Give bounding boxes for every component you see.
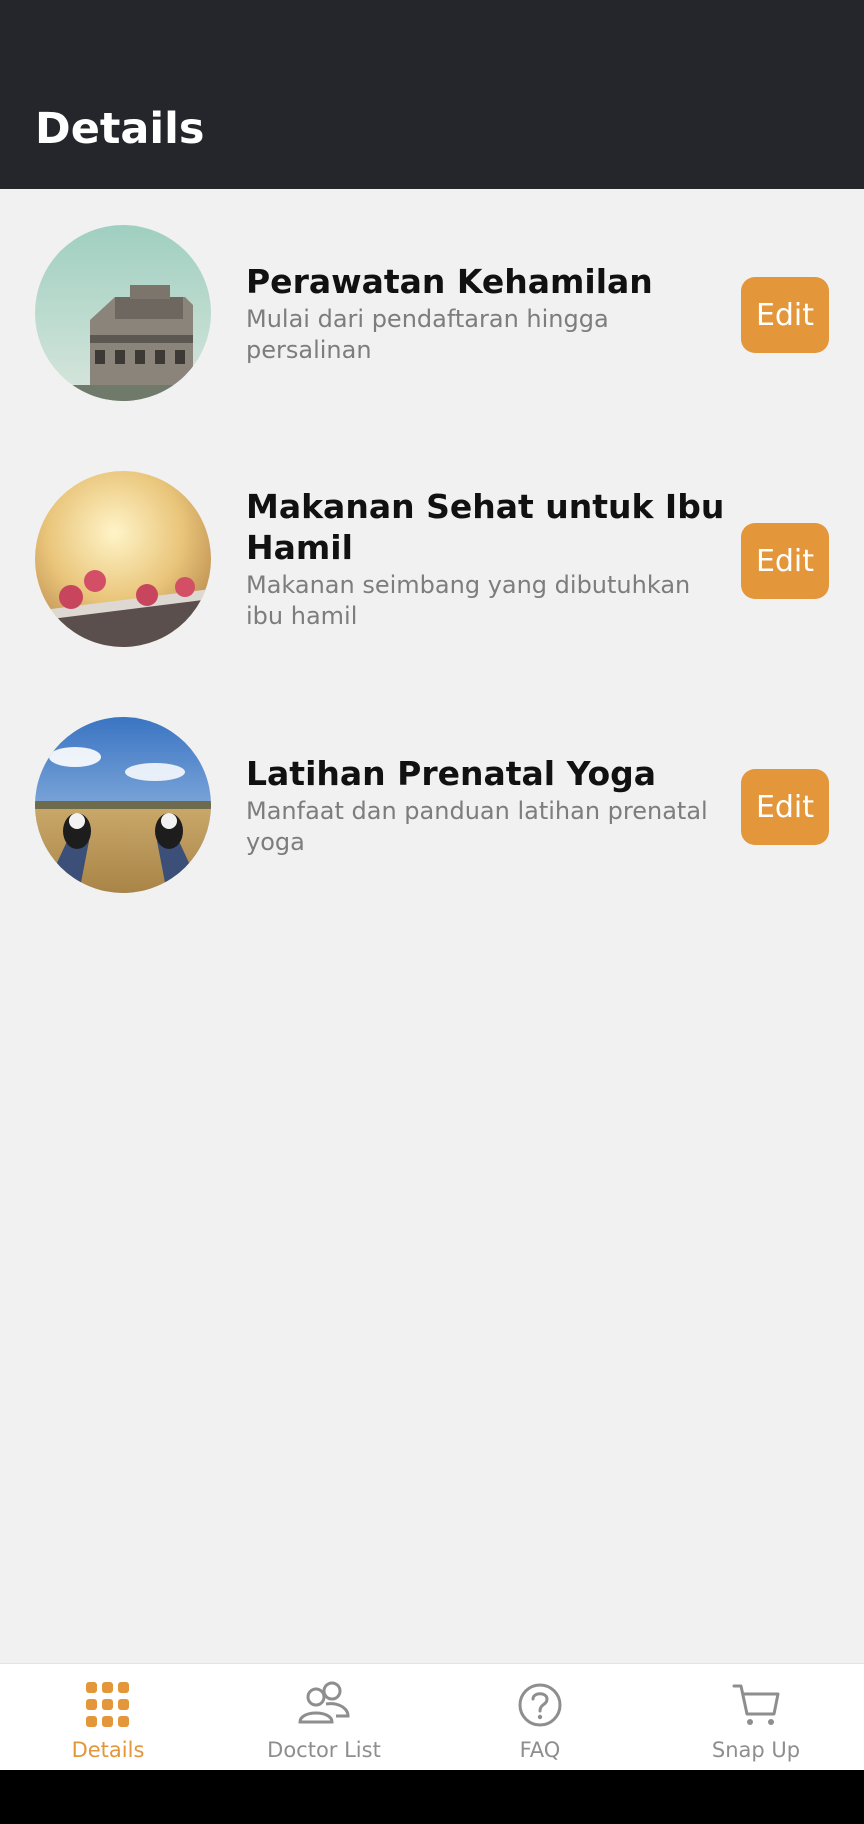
tab-label: FAQ: [519, 1738, 561, 1762]
list-item[interactable]: Makanan Sehat untuk Ibu Hamil Makanan se…: [0, 471, 864, 647]
building-photo: [35, 225, 211, 401]
cart-icon: [732, 1684, 780, 1725]
item-title: Latihan Prenatal Yoga: [246, 753, 657, 793]
field-sneakers-photo: [35, 717, 211, 893]
item-text: Latihan Prenatal Yoga Manfaat dan pandua…: [246, 717, 730, 893]
bottom-tab-bar: Details Doctor List FAQ Snap Up: [0, 1663, 864, 1770]
tab-doctor-list[interactable]: Doctor List: [216, 1664, 432, 1771]
item-text: Makanan Sehat untuk Ibu Hamil Makanan se…: [246, 471, 730, 647]
tab-faq[interactable]: FAQ: [432, 1664, 648, 1771]
item-thumbnail-field: [35, 717, 211, 893]
edit-button[interactable]: Edit: [741, 277, 829, 353]
edit-button[interactable]: Edit: [741, 523, 829, 599]
app-header: Details: [0, 0, 864, 189]
raspberries-photo: [35, 471, 211, 647]
item-subtitle: Makanan seimbang yang dibutuhkan ibu ham…: [246, 571, 691, 630]
system-navigation-bar: [0, 1770, 864, 1824]
list-item[interactable]: Latihan Prenatal Yoga Manfaat dan pandua…: [0, 717, 864, 893]
page-title: Details: [35, 104, 205, 154]
tab-details[interactable]: Details: [0, 1664, 216, 1771]
list-item[interactable]: Perawatan Kehamilan Mulai dari pendaftar…: [0, 225, 864, 401]
item-title: Perawatan Kehamilan: [246, 261, 653, 301]
tab-label: Snap Up: [711, 1738, 801, 1762]
tab-snap-up[interactable]: Snap Up: [648, 1664, 864, 1771]
edit-button[interactable]: Edit: [741, 769, 829, 845]
grid-icon: [86, 1682, 129, 1727]
tab-label: Details: [71, 1738, 145, 1762]
item-subtitle: Manfaat dan panduan latihan prenatal yog…: [246, 796, 708, 856]
people-icon: [298, 1681, 350, 1724]
item-title: Makanan Sehat untuk Ibu Hamil: [246, 487, 725, 567]
item-text: Perawatan Kehamilan Mulai dari pendaftar…: [246, 225, 730, 401]
tab-label: Doctor List: [267, 1738, 381, 1762]
item-thumbnail-building: [35, 225, 211, 401]
item-subtitle: Mulai dari pendaftaran hingga persalinan: [246, 304, 609, 364]
question-circle-icon: [518, 1683, 562, 1727]
item-thumbnail-raspberries: [35, 471, 211, 647]
